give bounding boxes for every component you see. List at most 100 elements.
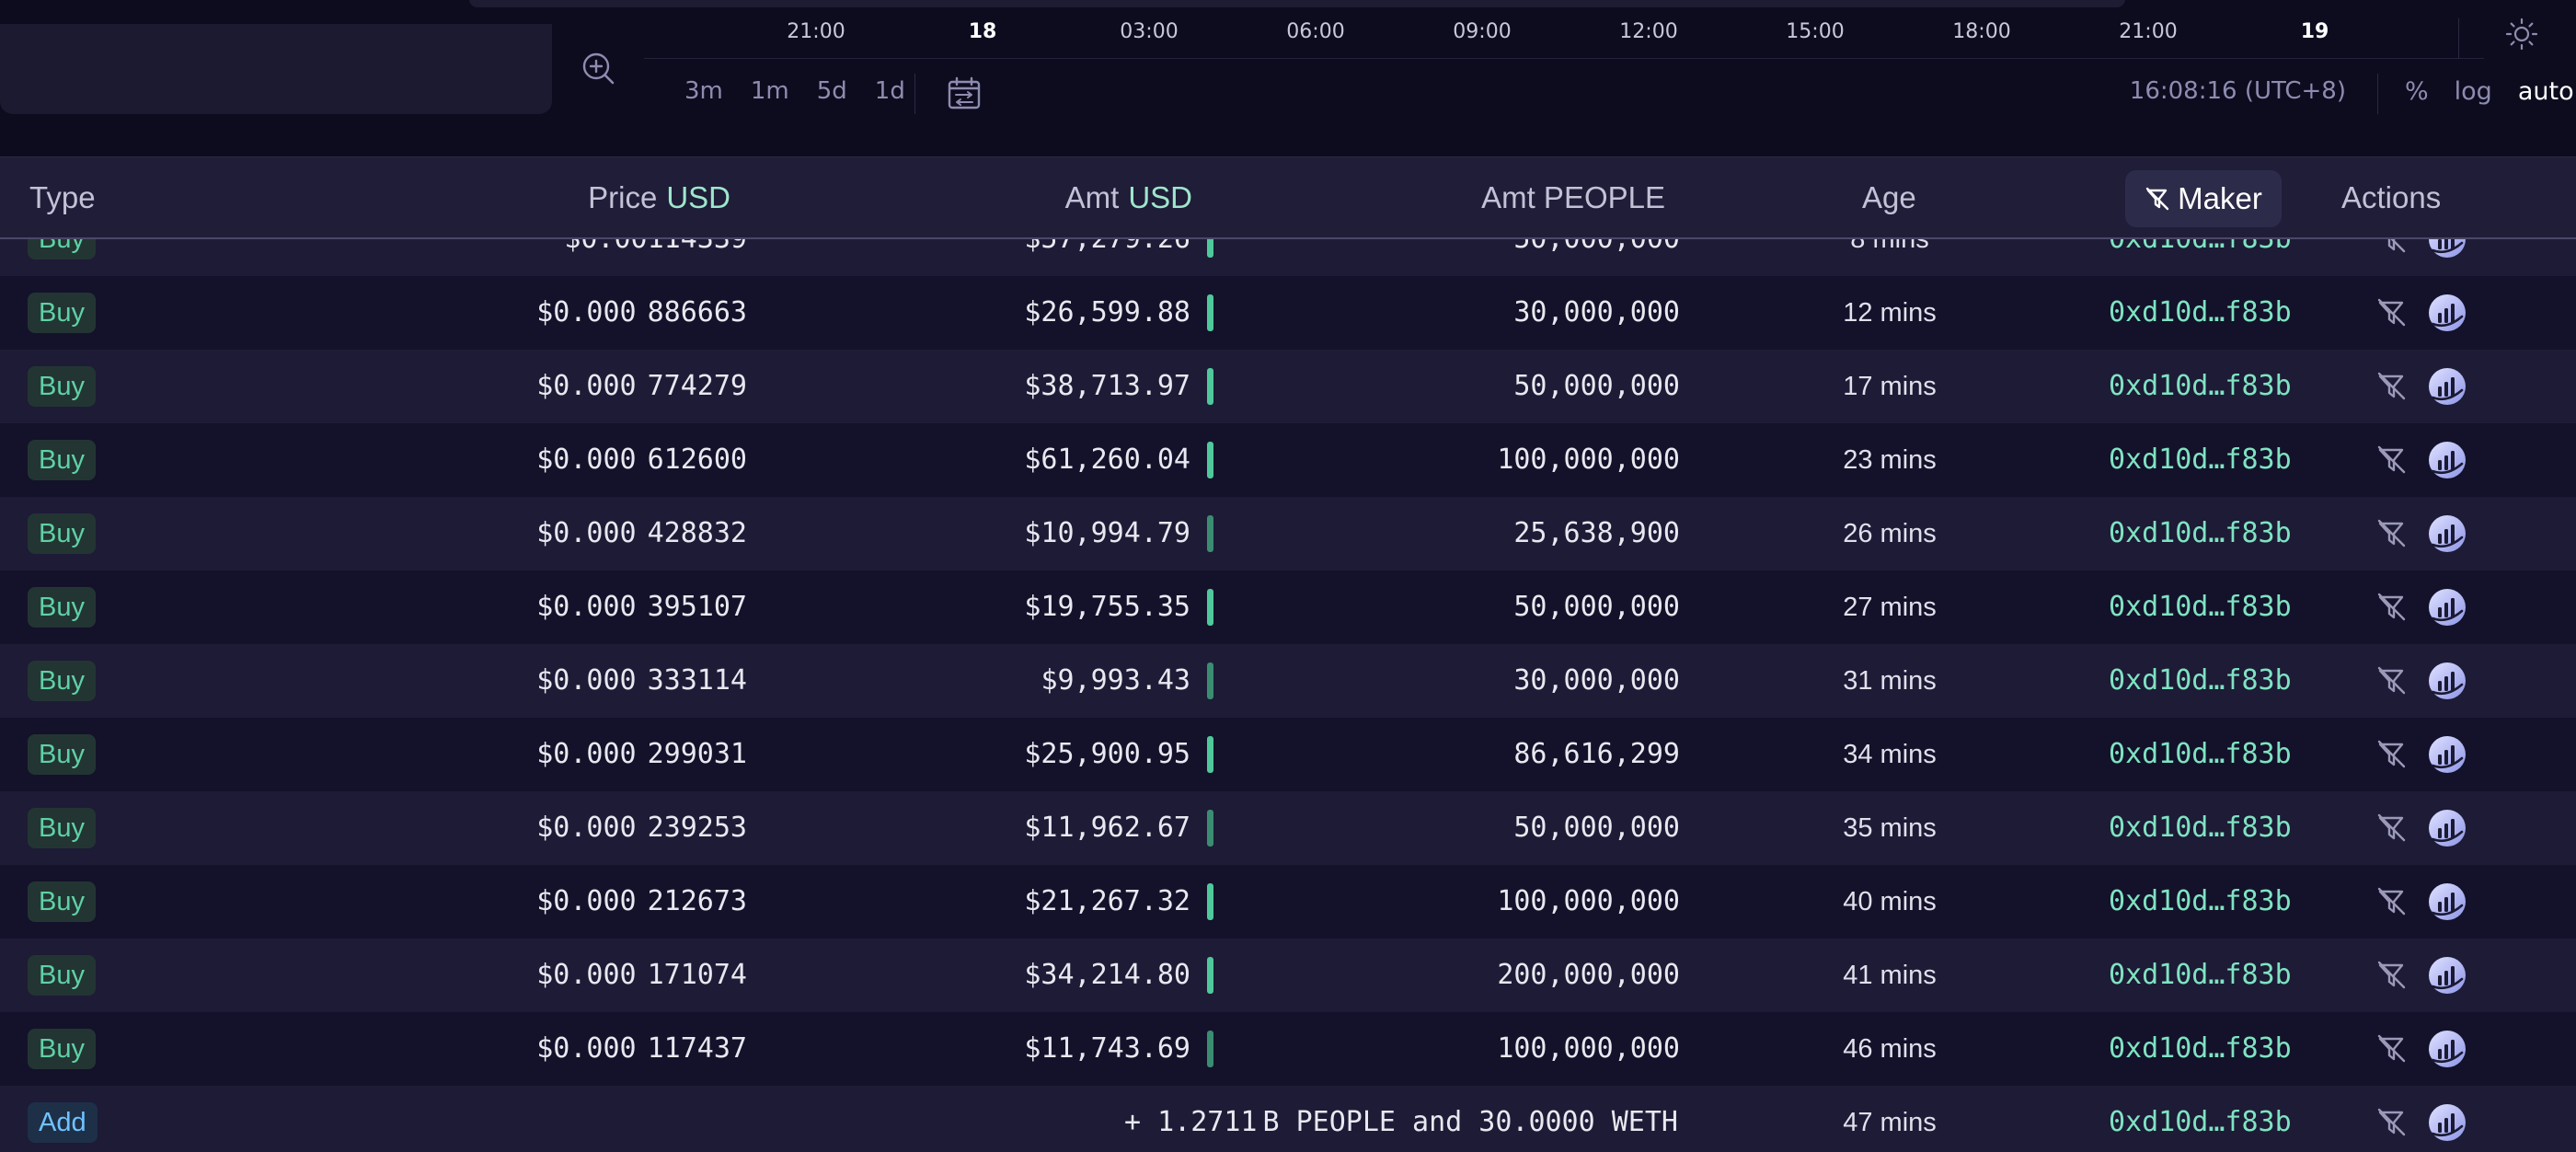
range-1d[interactable]: 1d bbox=[875, 77, 905, 105]
chart-explorer-icon[interactable] bbox=[2427, 661, 2467, 701]
filter-off-icon[interactable] bbox=[2375, 1032, 2409, 1066]
column-header-amount-token[interactable]: Amt PEOPLE bbox=[1481, 157, 1665, 238]
column-header-amount-usd[interactable]: Amt USD bbox=[1065, 157, 1192, 238]
amount-usd-cell: $26,599.88 bbox=[1024, 296, 1190, 328]
filter-off-icon[interactable] bbox=[2375, 591, 2409, 624]
maker-address-link[interactable]: 0xd10d…f83b bbox=[2109, 1086, 2292, 1152]
table-row[interactable]: Buy $0.000 612600 $61,260.04 100,000,000 23 m… bbox=[0, 423, 2576, 497]
table-row[interactable]: Buy $0.000 428832 $10,994.79 25,638,900 26 mi… bbox=[0, 497, 2576, 570]
range-3m[interactable]: 3m bbox=[684, 77, 723, 105]
trade-type-badge[interactable]: Buy bbox=[28, 239, 96, 259]
table-row[interactable]: Buy $0.000 299031 $25,900.95 86,616,299 34 mi… bbox=[0, 718, 2576, 791]
column-header-type[interactable]: Type bbox=[29, 157, 96, 238]
maker-address-link[interactable]: 0xd10d…f83b bbox=[2109, 1012, 2292, 1086]
table-row[interactable]: Add + 1.2711 B PEOPLE and 30.0000 WETH 47 m… bbox=[0, 1086, 2576, 1152]
trade-type-badge[interactable]: Buy bbox=[28, 587, 96, 628]
age-cell: 47 mins bbox=[1843, 1108, 1937, 1137]
price-subscript: 212673 bbox=[647, 885, 747, 917]
filter-off-icon[interactable] bbox=[2375, 664, 2409, 697]
chart-explorer-icon[interactable] bbox=[2427, 239, 2467, 259]
auto-scale-button[interactable]: auto bbox=[2518, 77, 2574, 106]
trade-type-badge[interactable]: Add bbox=[28, 1102, 98, 1143]
trade-type-badge[interactable]: Buy bbox=[28, 293, 96, 333]
maker-address-link[interactable]: 0xd10d…f83b bbox=[2109, 239, 2292, 276]
trade-type-badge[interactable]: Buy bbox=[28, 661, 96, 701]
table-row[interactable]: Buy $0.000 117437 $11,743.69 100,000,000 46 m… bbox=[0, 1012, 2576, 1086]
filter-off-icon[interactable] bbox=[2375, 296, 2409, 329]
maker-address-link[interactable]: 0xd10d…f83b bbox=[2109, 497, 2292, 570]
chart-explorer-icon[interactable] bbox=[2427, 440, 2467, 480]
maker-filter-button[interactable]: Maker bbox=[2125, 170, 2282, 227]
table-row[interactable]: Buy $0.00114339 $57,279.26 50,000,000 8 mins… bbox=[0, 239, 2576, 276]
currency-toggle[interactable]: USD bbox=[666, 180, 730, 215]
maker-address-link[interactable]: 0xd10d…f83b bbox=[2109, 423, 2292, 497]
amount-token-cell: 100,000,000 bbox=[1497, 1032, 1680, 1065]
maker-address-link[interactable]: 0xd10d…f83b bbox=[2109, 276, 2292, 350]
table-row[interactable]: Buy $0.000 239253 $11,962.67 50,000,000 35 mi… bbox=[0, 791, 2576, 865]
price-subscript: 333114 bbox=[647, 664, 747, 697]
table-row[interactable]: Buy $0.000 171074 $34,214.80 200,000,000 41 m… bbox=[0, 939, 2576, 1012]
chart-explorer-icon[interactable] bbox=[2427, 366, 2467, 407]
trade-type-badge[interactable]: Buy bbox=[28, 440, 96, 480]
filter-off-icon[interactable] bbox=[2375, 517, 2409, 550]
currency-toggle[interactable]: USD bbox=[1128, 180, 1192, 215]
maker-address-link[interactable]: 0xd10d…f83b bbox=[2109, 865, 2292, 939]
chart-explorer-icon[interactable] bbox=[2427, 587, 2467, 628]
filter-off-icon[interactable] bbox=[2375, 885, 2409, 918]
chart-explorer-icon[interactable] bbox=[2427, 881, 2467, 922]
table-row[interactable]: Buy $0.000 333114 $9,993.43 30,000,000 31 min… bbox=[0, 644, 2576, 718]
filter-off-icon[interactable] bbox=[2375, 812, 2409, 845]
maker-address-link[interactable]: 0xd10d…f83b bbox=[2109, 644, 2292, 718]
timezone-clock[interactable]: 16:08:16 (UTC+8) bbox=[2130, 77, 2346, 105]
amount-usd-cell: $11,743.69 bbox=[1024, 1032, 1190, 1065]
log-scale-button[interactable]: log bbox=[2455, 77, 2492, 106]
header-label: Amt PEOPLE bbox=[1481, 180, 1665, 214]
chart-explorer-icon[interactable] bbox=[2427, 955, 2467, 996]
maker-address-link[interactable]: 0xd10d…f83b bbox=[2109, 570, 2292, 644]
trade-type-badge[interactable]: Buy bbox=[28, 513, 96, 554]
calendar-range-icon[interactable] bbox=[946, 75, 983, 112]
chart-explorer-icon[interactable] bbox=[2427, 1102, 2467, 1143]
sun-icon[interactable] bbox=[2504, 17, 2539, 52]
filter-off-icon[interactable] bbox=[2375, 444, 2409, 477]
chart-explorer-icon[interactable] bbox=[2427, 734, 2467, 775]
trade-type-badge[interactable]: Buy bbox=[28, 955, 96, 996]
range-5d[interactable]: 5d bbox=[817, 77, 847, 105]
percent-scale-button[interactable]: % bbox=[2405, 77, 2429, 106]
amount-bar bbox=[1207, 442, 1213, 478]
column-header-age[interactable]: Age bbox=[1862, 157, 1916, 238]
trade-type-badge[interactable]: Buy bbox=[28, 881, 96, 922]
maker-address-link[interactable]: 0xd10d…f83b bbox=[2109, 350, 2292, 423]
filter-off-icon[interactable] bbox=[2375, 959, 2409, 992]
table-row[interactable]: Buy $0.000 395107 $19,755.35 50,000,000 27 mi… bbox=[0, 570, 2576, 644]
trade-type-badge[interactable]: Buy bbox=[28, 734, 96, 775]
table-row[interactable]: Buy $0.000 774279 $38,713.97 50,000,000 17 mi… bbox=[0, 350, 2576, 423]
filter-off-icon[interactable] bbox=[2375, 738, 2409, 771]
maker-address-link[interactable]: 0xd10d…f83b bbox=[2109, 939, 2292, 1012]
trade-type-badge[interactable]: Buy bbox=[28, 366, 96, 407]
trade-type-badge[interactable]: Buy bbox=[28, 808, 96, 848]
amount-usd-cell: $21,267.32 bbox=[1024, 885, 1190, 917]
amount-bar bbox=[1207, 1031, 1213, 1067]
chart-explorer-icon[interactable] bbox=[2427, 293, 2467, 333]
chart-footer: 21:00 18 03:00 06:00 09:00 12:00 15:00 18:00 21:… bbox=[0, 0, 2576, 156]
table-row[interactable]: Buy $0.000 212673 $21,267.32 100,000,000 40 m… bbox=[0, 865, 2576, 939]
filter-off-icon[interactable] bbox=[2375, 370, 2409, 403]
trade-type-badge[interactable]: Buy bbox=[28, 1029, 96, 1069]
filter-off-icon[interactable] bbox=[2375, 239, 2409, 256]
header-label: Type bbox=[29, 180, 96, 214]
filter-off-icon[interactable] bbox=[2375, 1106, 2409, 1139]
amount-usd-cell: $38,713.97 bbox=[1024, 370, 1190, 402]
range-1m[interactable]: 1m bbox=[751, 77, 789, 105]
zoom-in-button[interactable] bbox=[570, 40, 626, 96]
maker-address-link[interactable]: 0xd10d…f83b bbox=[2109, 791, 2292, 865]
price-subscript: 774279 bbox=[647, 370, 747, 402]
time-axis-tick: 06:00 bbox=[1286, 20, 1345, 43]
age-cell: 40 mins bbox=[1843, 887, 1937, 916]
column-header-price[interactable]: Price USD bbox=[588, 157, 730, 238]
chart-explorer-icon[interactable] bbox=[2427, 1029, 2467, 1069]
chart-explorer-icon[interactable] bbox=[2427, 808, 2467, 848]
maker-address-link[interactable]: 0xd10d…f83b bbox=[2109, 718, 2292, 791]
chart-explorer-icon[interactable] bbox=[2427, 513, 2467, 554]
table-row[interactable]: Buy $0.000 886663 $26,599.88 30,000,000 12 mi… bbox=[0, 276, 2576, 350]
